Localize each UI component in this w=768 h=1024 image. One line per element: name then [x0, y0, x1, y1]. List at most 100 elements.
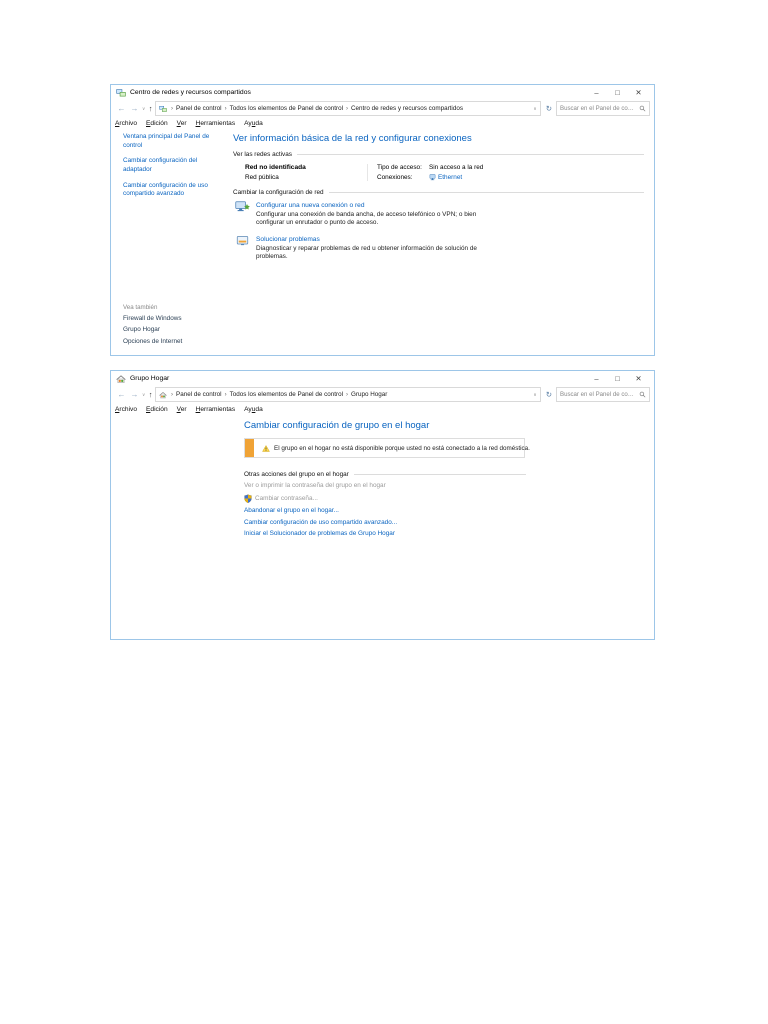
forward-icon[interactable]: →	[131, 386, 139, 403]
chevron-right-icon: ›	[224, 391, 227, 398]
up-icon[interactable]: ↑	[149, 100, 153, 117]
maximize-button[interactable]: □	[607, 85, 628, 100]
address-dropdown-icon[interactable]: ∨	[533, 392, 536, 398]
see-also-internet-options[interactable]: Opciones de Internet	[123, 338, 182, 345]
other-actions-label: Otras acciones del grupo en el hogar	[244, 471, 349, 478]
recent-pages-chevron-icon[interactable]: ∨	[142, 386, 145, 403]
see-also-homegroup[interactable]: Grupo Hogar	[123, 326, 182, 333]
access-type-value: Sin acceso a la red	[429, 164, 484, 171]
back-icon[interactable]: ←	[118, 100, 126, 117]
divider	[328, 191, 644, 193]
warning-accent-bar	[245, 439, 254, 457]
search-icon[interactable]	[639, 391, 646, 398]
minimize-button[interactable]: –	[586, 85, 607, 100]
uac-shield-icon	[244, 493, 252, 503]
breadcrumb-control-panel[interactable]: Panel de control	[176, 105, 222, 112]
close-button[interactable]: ✕	[628, 371, 649, 386]
window-title: Centro de redes y recursos compartidos	[130, 89, 251, 96]
homegroup-window: Grupo Hogar – □ ✕ ← → ∨ ↑ › Panel de con…	[110, 370, 655, 640]
search-placeholder: Buscar en el Panel de co…	[560, 105, 634, 112]
search-placeholder: Buscar en el Panel de co…	[560, 391, 634, 398]
troubleshoot-task: Solucionar problemas Diagnosticar y repa…	[235, 235, 644, 262]
menu-edit[interactable]: Edición	[146, 120, 168, 127]
breadcrumb-control-panel[interactable]: Panel de control	[176, 391, 222, 398]
forward-icon[interactable]: →	[131, 100, 139, 117]
menu-file[interactable]: Archivo	[115, 120, 137, 127]
see-also-label: Vea también	[123, 303, 158, 311]
warning-icon	[262, 444, 270, 452]
back-icon[interactable]: ←	[118, 386, 126, 403]
new-connection-icon	[235, 200, 250, 213]
troubleshoot-desc: Diagnosticar y reparar problemas de red …	[256, 245, 477, 261]
close-button[interactable]: ✕	[628, 85, 649, 100]
menu-bar: Archivo Edición Ver Herramientas Ayuda	[111, 403, 654, 415]
titlebar[interactable]: Centro de redes y recursos compartidos –…	[111, 85, 654, 100]
sidebar-item-control-panel-home[interactable]: Ventana principal del Panel de control	[123, 133, 217, 150]
breadcrumb-current[interactable]: Centro de redes y recursos compartidos	[351, 105, 463, 112]
refresh-icon[interactable]: ↻	[546, 390, 552, 399]
menu-view[interactable]: Ver	[177, 120, 187, 127]
change-password-item: Cambiar contraseña...	[244, 493, 654, 503]
menu-edit[interactable]: Edición	[146, 406, 168, 413]
search-input[interactable]: Buscar en el Panel de co…	[556, 387, 650, 402]
network-sharing-center-window: Centro de redes y recursos compartidos –…	[110, 84, 655, 356]
chevron-right-icon: ›	[345, 105, 348, 112]
chevron-right-icon: ›	[224, 105, 227, 112]
troubleshoot-link[interactable]: Solucionar problemas	[256, 236, 498, 243]
ethernet-icon	[429, 173, 436, 180]
recent-pages-chevron-icon[interactable]: ∨	[142, 100, 145, 117]
minimize-button[interactable]: –	[586, 371, 607, 386]
network-profile: Red pública	[245, 173, 279, 181]
search-icon[interactable]	[639, 105, 646, 112]
warning-banner: El grupo en el hogar no está disponible …	[244, 438, 530, 458]
tasks-sidebar: Ventana principal del Panel de control C…	[111, 129, 231, 356]
advanced-sharing-link[interactable]: Cambiar configuración de uso compartido …	[244, 519, 397, 526]
troubleshoot-icon	[235, 235, 250, 247]
homegroup-troubleshooter-link[interactable]: Iniciar el Solucionador de problemas de …	[244, 530, 395, 537]
homegroup-icon	[116, 374, 126, 384]
ethernet-link[interactable]: Ethernet	[429, 174, 483, 181]
menu-tools[interactable]: Herramientas	[196, 406, 236, 413]
address-bar: ← → ∨ ↑ › Panel de control › Todos los e…	[111, 100, 654, 117]
chevron-right-icon: ›	[171, 391, 174, 398]
page-title: Ver información básica de la red y confi…	[233, 133, 472, 144]
see-also-section: Vea también Firewall de Windows Grupo Ho…	[123, 304, 182, 350]
setup-new-connection-link[interactable]: Configurar una nueva conexión o red	[256, 202, 498, 209]
titlebar[interactable]: Grupo Hogar – □ ✕	[111, 371, 654, 386]
setup-new-connection-desc: Configurar una conexión de banda ancha, …	[256, 211, 477, 227]
page-title: Cambiar configuración de grupo en el hog…	[244, 420, 430, 431]
leave-homegroup-link[interactable]: Abandonar el grupo en el hogar...	[244, 507, 339, 514]
breadcrumb-all-items[interactable]: Todos los elementos de Panel de control	[230, 391, 343, 398]
homegroup-icon	[159, 391, 167, 399]
breadcrumb-all-items[interactable]: Todos los elementos de Panel de control	[230, 105, 343, 112]
access-type-label: Tipo de acceso:	[377, 164, 422, 171]
chevron-right-icon: ›	[345, 391, 348, 398]
address-bar: ← → ∨ ↑ › Panel de control › Todos los e…	[111, 386, 654, 403]
view-password-item: Ver o imprimir la contraseña del grupo e…	[244, 482, 386, 489]
breadcrumb[interactable]: › Panel de control › Todos los elementos…	[155, 387, 541, 402]
breadcrumb[interactable]: › Panel de control › Todos los elementos…	[155, 101, 541, 116]
address-dropdown-icon[interactable]: ∨	[533, 106, 536, 112]
network-center-icon	[116, 88, 126, 98]
maximize-button[interactable]: □	[607, 371, 628, 386]
sidebar-item-advanced-sharing[interactable]: Cambiar configuración de uso compartido …	[123, 182, 217, 199]
main-content: Ver información básica de la red y confi…	[231, 129, 654, 356]
chevron-right-icon: ›	[171, 105, 174, 112]
change-network-settings-label: Cambiar la configuración de red	[233, 188, 324, 196]
menu-file[interactable]: Archivo	[115, 406, 137, 413]
menu-help[interactable]: Ayuda	[244, 406, 263, 413]
active-network-item: Red no identificada Red pública Tipo de …	[245, 164, 644, 181]
search-input[interactable]: Buscar en el Panel de co…	[556, 101, 650, 116]
refresh-icon[interactable]: ↻	[546, 104, 552, 113]
sidebar-item-adapter-settings[interactable]: Cambiar configuración del adaptador	[123, 157, 217, 174]
menu-tools[interactable]: Herramientas	[196, 120, 236, 127]
main-content: Cambiar configuración de grupo en el hog…	[111, 415, 654, 537]
see-also-windows-firewall[interactable]: Firewall de Windows	[123, 315, 182, 322]
active-networks-label: Ver las redes activas	[233, 151, 292, 158]
menu-bar: Archivo Edición Ver Herramientas Ayuda	[111, 117, 654, 129]
menu-view[interactable]: Ver	[177, 406, 187, 413]
window-title: Grupo Hogar	[130, 375, 170, 382]
up-icon[interactable]: ↑	[149, 386, 153, 403]
menu-help[interactable]: Ayuda	[244, 120, 263, 127]
breadcrumb-current[interactable]: Grupo Hogar	[351, 391, 387, 398]
